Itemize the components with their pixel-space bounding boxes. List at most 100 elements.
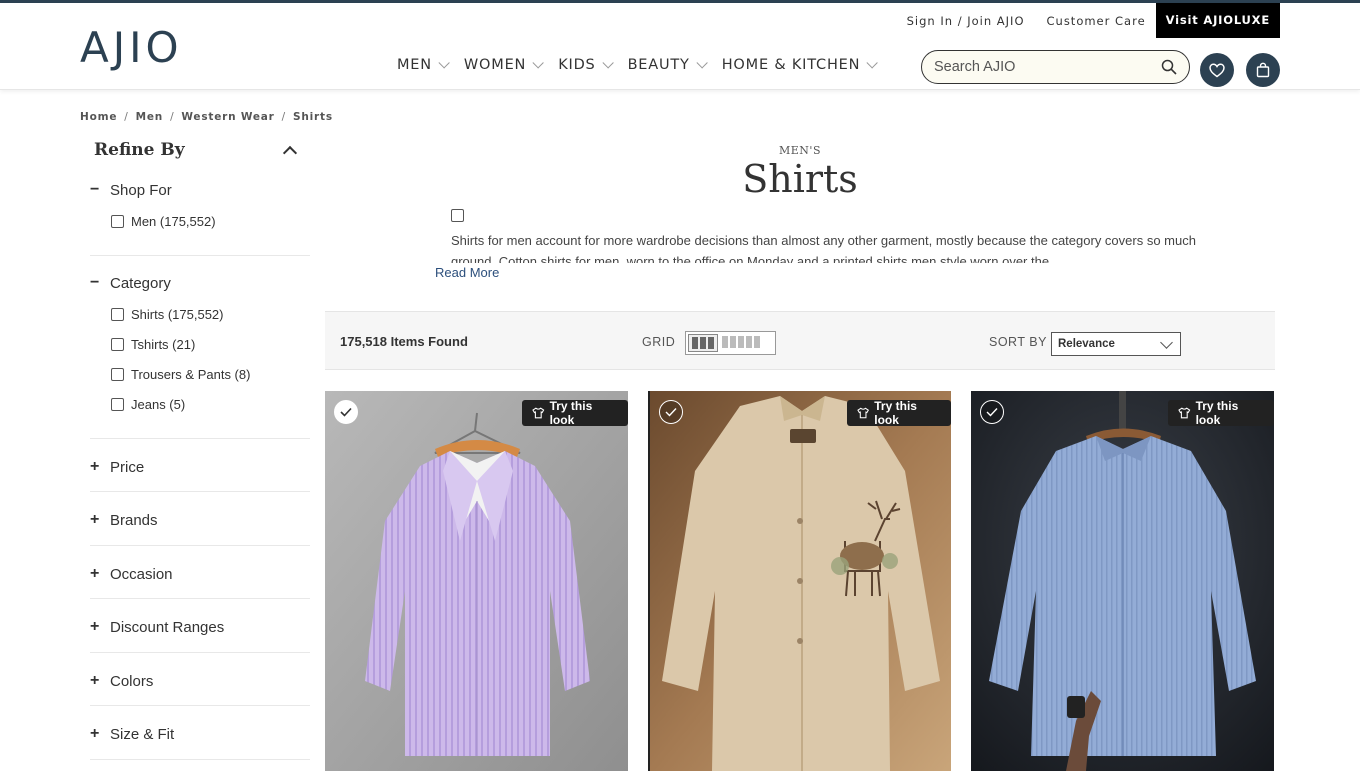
checkbox[interactable] [111, 338, 124, 351]
results-toolbar: 175,518 Items Found GRID SORT BY Relevan… [325, 311, 1275, 370]
select-circle[interactable] [334, 400, 358, 424]
checkbox[interactable] [111, 215, 124, 228]
filter-discount-ranges[interactable]: + Discount Ranges [90, 618, 224, 636]
check-icon [986, 408, 998, 417]
checkbox[interactable] [111, 398, 124, 411]
select-circle[interactable] [659, 400, 683, 424]
filter-price[interactable]: + Price [90, 458, 144, 476]
grid-5-column-icon[interactable] [721, 334, 761, 352]
product-card[interactable]: Try this look [325, 391, 628, 771]
chevron-up-icon[interactable] [282, 145, 298, 161]
tshirt-icon [857, 407, 870, 419]
nav-home-kitchen[interactable]: HOME & KITCHEN [721, 57, 879, 73]
chevron-down-icon [866, 57, 879, 69]
tshirt-icon [532, 407, 545, 419]
filter-option-men[interactable]: Men (175,552) [111, 214, 216, 229]
breadcrumb-home[interactable]: Home [80, 111, 117, 123]
nav-men[interactable]: MEN [397, 57, 450, 73]
filter-discount-label: Discount Ranges [110, 618, 225, 636]
checkbox[interactable] [111, 308, 124, 321]
sort-selected-value: Relevance [1058, 338, 1115, 350]
refine-by-title: Refine By [94, 140, 185, 160]
plus-icon: + [90, 565, 100, 582]
plus-icon: + [90, 725, 100, 742]
search-icon[interactable] [1161, 59, 1177, 75]
description-toggle-checkbox[interactable] [451, 209, 464, 222]
nav-women-label: WOMEN [463, 57, 527, 73]
filter-occasion[interactable]: + Occasion [90, 565, 173, 583]
filter-option-label: Trousers & Pants (8) [131, 367, 251, 382]
filter-category[interactable]: − Category [90, 274, 171, 292]
filter-option-trousers[interactable]: Trousers & Pants (8) [111, 367, 250, 382]
chevron-down-icon [602, 57, 614, 69]
items-found-count: 175,518 Items Found [340, 334, 468, 349]
sort-select[interactable]: Relevance [1051, 332, 1181, 356]
top-links: Sign In / Join AJIO Customer Care Visit … [885, 3, 1280, 38]
filter-brands-label: Brands [110, 511, 158, 529]
product-image-blue-shirt[interactable] [971, 391, 1274, 771]
heart-icon [1209, 63, 1225, 77]
product-image-lavender-shirt[interactable] [325, 391, 628, 771]
chevron-down-icon [532, 57, 544, 69]
nav-kids-label: KIDS [558, 57, 596, 73]
divider [90, 705, 310, 706]
visit-ajioluxe-link[interactable]: Visit AJIOLUXE [1155, 3, 1280, 38]
filter-colors-label: Colors [110, 672, 154, 690]
nav-beauty[interactable]: BEAUTY [628, 57, 708, 73]
grid-label: GRID [642, 335, 676, 349]
filter-brands[interactable]: + Brands [90, 511, 158, 529]
wishlist-button[interactable] [1200, 53, 1234, 87]
divider [90, 438, 310, 439]
product-image-beige-deer-shirt[interactable] [650, 391, 951, 771]
sign-in-link[interactable]: Sign In / Join AJIO [907, 14, 1025, 28]
filter-shop-for[interactable]: − Shop For [90, 181, 172, 199]
divider [90, 759, 310, 760]
ajio-logo[interactable]: AJIO [80, 23, 183, 72]
filter-option-shirts[interactable]: Shirts (175,552) [111, 307, 224, 322]
filter-option-label: Men (175,552) [131, 214, 216, 229]
breadcrumb-separator: / [124, 111, 129, 123]
filter-price-label: Price [110, 458, 145, 476]
nav-women[interactable]: WOMEN [463, 57, 544, 73]
breadcrumb-separator: / [281, 111, 286, 123]
filter-option-label: Jeans (5) [131, 397, 186, 412]
read-more-link[interactable]: Read More [435, 265, 499, 280]
tshirt-icon [1178, 407, 1191, 419]
minus-icon: − [90, 181, 100, 198]
try-this-look-button[interactable]: Try this look [1168, 399, 1274, 427]
check-icon [340, 407, 352, 417]
divider [90, 652, 310, 653]
try-this-look-button[interactable]: Try this look [522, 399, 628, 427]
plus-icon: + [90, 511, 100, 528]
chevron-down-icon [438, 57, 450, 69]
nav-kids[interactable]: KIDS [558, 57, 614, 73]
breadcrumb-western-wear[interactable]: Western Wear [181, 111, 274, 123]
breadcrumb-shirts: Shirts [292, 111, 333, 123]
filter-size-fit[interactable]: + Size & Fit [90, 725, 174, 743]
filter-colors[interactable]: + Colors [90, 672, 153, 690]
product-card[interactable]: Try this look [971, 391, 1274, 771]
filter-occasion-label: Occasion [110, 565, 173, 583]
search-input[interactable] [934, 58, 1154, 76]
grid-3-column-icon[interactable] [688, 334, 718, 352]
nav-home-kitchen-label: HOME & KITCHEN [721, 57, 861, 73]
try-this-look-button[interactable]: Try this look [847, 399, 951, 427]
select-circle[interactable] [980, 400, 1004, 424]
divider [90, 545, 310, 546]
filter-shop-for-label: Shop For [110, 181, 172, 199]
bag-button[interactable] [1246, 53, 1280, 87]
breadcrumb-men[interactable]: Men [136, 111, 163, 123]
sort-by-label: SORT BY [989, 335, 1047, 349]
checkbox[interactable] [111, 368, 124, 381]
customer-care-link[interactable]: Customer Care [1047, 14, 1146, 28]
chevron-down-icon [1160, 336, 1173, 349]
main-nav: MEN WOMEN KIDS BEAUTY HOME & KITCHEN [397, 57, 892, 73]
search-box [921, 50, 1190, 84]
filter-option-tshirts[interactable]: Tshirts (21) [111, 337, 195, 352]
divider [90, 491, 310, 492]
filter-option-jeans[interactable]: Jeans (5) [111, 397, 185, 412]
site-header: AJIO Sign In / Join AJIO Customer Care V… [0, 3, 1360, 90]
minus-icon: − [90, 274, 100, 291]
plus-icon: + [90, 672, 100, 689]
product-card[interactable]: Try this look [648, 391, 951, 771]
